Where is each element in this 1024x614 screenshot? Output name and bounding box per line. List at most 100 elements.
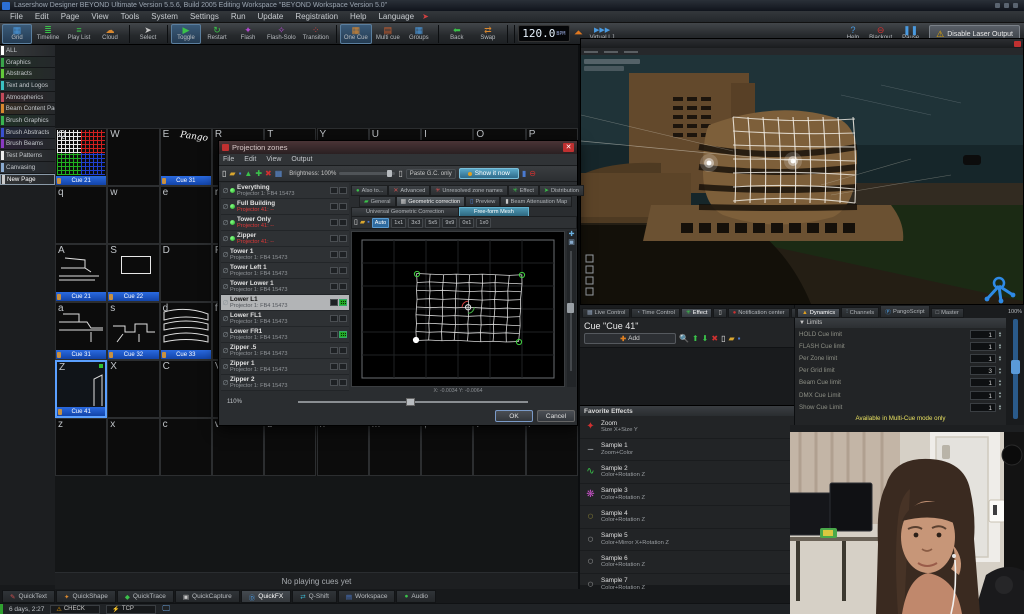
- zone-mute-icon[interactable]: ∅: [221, 283, 230, 291]
- quick-tab-quickcapture[interactable]: ▣QuickCapture: [175, 590, 240, 603]
- zone-output-toggles[interactable]: [330, 379, 347, 386]
- zone-row-full-building[interactable]: ∅Full BuildingProjector 41: --: [221, 199, 349, 215]
- quick-tab-quicktrace[interactable]: ◆QuickTrace: [117, 590, 174, 603]
- sidebar-item-text-and-logos[interactable]: Text and Logos: [0, 80, 55, 92]
- dialog-menu-edit[interactable]: Edit: [244, 156, 256, 163]
- paste-gc-button[interactable]: Paste G.C. only: [406, 169, 456, 179]
- cue-cell-c[interactable]: c: [160, 418, 212, 476]
- zone-mute-icon[interactable]: ∅: [221, 267, 230, 275]
- zone-output-toggles[interactable]: [330, 219, 347, 226]
- sidebar-item-abstracts[interactable]: Abstracts: [0, 68, 55, 80]
- tab-effect[interactable]: ✳Effect: [508, 185, 539, 196]
- zone-mute-icon[interactable]: ∅: [221, 219, 230, 227]
- limit-spinner[interactable]: 3▲▼: [970, 366, 1002, 375]
- zone-mute-icon[interactable]: ∅: [221, 299, 230, 307]
- menu-edit[interactable]: Edit: [29, 12, 55, 21]
- quick-tab-quickshape[interactable]: ✦QuickShape: [56, 590, 116, 603]
- sidebar-item-new-page[interactable]: New Page: [0, 174, 55, 186]
- favorite-effect-sample-5[interactable]: ◌Sample 5Color+Mirror X+Rotation Z: [580, 529, 794, 552]
- zone-output-toggles[interactable]: [330, 251, 347, 258]
- cue-cell-,[interactable]: ,: [421, 418, 473, 476]
- cue-cell-d[interactable]: Cue 33d: [160, 302, 212, 360]
- fx-tab-page[interactable]: ▯: [713, 308, 726, 318]
- sidebar-item-brush-graphics[interactable]: Brush Graphics: [0, 115, 55, 127]
- delete-zone-icon[interactable]: ✖: [265, 169, 272, 179]
- zone-output-toggles[interactable]: [330, 187, 347, 194]
- menu-language[interactable]: Language: [372, 12, 420, 21]
- zone-row-zipper-2[interactable]: ∅Zipper 2Projector 1: FB4 15473: [221, 375, 349, 391]
- zone-mute-icon[interactable]: ∅: [221, 363, 230, 371]
- mesh-btn-9x9[interactable]: 9x9: [442, 218, 457, 228]
- zone-output-toggles[interactable]: [330, 347, 347, 354]
- mesh-pointer-icon[interactable]: ▣: [567, 239, 576, 247]
- zone-row-zipper-1[interactable]: ∅Zipper 1Projector 1: FB4 15473: [221, 359, 349, 375]
- stop-icon[interactable]: ⊖: [529, 169, 536, 179]
- fx-tab-time-control[interactable]: ◔Time Control: [631, 308, 679, 318]
- zone-mute-icon[interactable]: ∅: [221, 331, 230, 339]
- dialog-menu-view[interactable]: View: [266, 156, 281, 163]
- cue-cell-a[interactable]: Cue 31a: [55, 302, 107, 360]
- laser-pointer-icon[interactable]: ➤: [422, 12, 429, 21]
- zone-row-tower-1[interactable]: ∅Tower 1Projector 1: FB4 15473: [221, 247, 349, 263]
- dialog-menu-file[interactable]: File: [223, 156, 234, 163]
- limit-spinner[interactable]: 1▲▼: [970, 403, 1002, 412]
- zone-mute-icon[interactable]: ∅: [221, 251, 230, 259]
- mesh-btn-3x3[interactable]: 3x3: [408, 218, 423, 228]
- zone-mute-icon[interactable]: ∅: [221, 379, 230, 387]
- quick-tab-quickfx[interactable]: ⒹQuickFX: [241, 590, 291, 603]
- cue-cell-/[interactable]: /: [526, 418, 578, 476]
- open-mesh-icon[interactable]: ▰: [360, 218, 365, 228]
- menu-page[interactable]: Page: [55, 12, 86, 21]
- sidebar-item-graphics[interactable]: Graphics: [0, 57, 55, 69]
- mesh-add-icon[interactable]: ✚: [567, 231, 576, 239]
- sidebar-item-all[interactable]: ALL: [0, 45, 55, 57]
- sidebar-item-brush-beams[interactable]: Brush Beams: [0, 139, 55, 151]
- mesh-zoom-slider[interactable]: [298, 401, 528, 403]
- toolbar-one-cue-button[interactable]: ▦One Cue: [340, 24, 372, 44]
- remove-effect-icon[interactable]: ✖: [711, 334, 718, 344]
- zone-output-toggles[interactable]: [330, 299, 347, 306]
- cue-cell-A[interactable]: Cue 21A: [55, 244, 107, 302]
- zone-row-tower-only[interactable]: ∅Tower OnlyProjector 41: --: [221, 215, 349, 231]
- menu-tools[interactable]: Tools: [115, 12, 146, 21]
- toolbar-multi-cue-button[interactable]: ▤Multi cue: [373, 24, 403, 44]
- mesh-btn-1x1[interactable]: 1x1: [391, 218, 406, 228]
- cue-cell-X[interactable]: X: [107, 360, 159, 418]
- favorite-effect-sample-4[interactable]: ◌Sample 4Color+Rotation Z: [580, 506, 794, 529]
- tab-unresolved-zone-names[interactable]: ✳Unresolved zone names: [430, 185, 507, 196]
- dyn-tab-master[interactable]: □Master: [931, 308, 964, 318]
- brightness-slider[interactable]: [339, 172, 395, 175]
- favorite-effect-sample-3[interactable]: ❋Sample 3Color+Rotation Z: [580, 484, 794, 507]
- cue-cell-z[interactable]: z: [55, 418, 107, 476]
- zone-row-tower-left-1[interactable]: ∅Tower Left 1Projector 1: FB4 15473: [221, 263, 349, 279]
- menu-help[interactable]: Help: [344, 12, 372, 21]
- tab-also-to-[interactable]: ●Also to...: [351, 185, 388, 196]
- zone-output-toggles[interactable]: [330, 203, 347, 210]
- move-down-icon[interactable]: ⬇: [702, 334, 709, 344]
- mesh-btn-auto[interactable]: Auto: [372, 218, 390, 228]
- tab-advanced[interactable]: ✕Advanced: [388, 185, 430, 196]
- favorite-effect-zoom[interactable]: ✦ZoomSize X+Size Y: [580, 416, 794, 439]
- quick-tab-q-shift[interactable]: ⇄Q-Shift: [292, 590, 337, 603]
- zone-output-toggles[interactable]: [330, 315, 347, 322]
- toolbar-grid-button[interactable]: ▦Grid: [2, 24, 32, 44]
- menu-run[interactable]: Run: [225, 12, 252, 21]
- search-icon[interactable]: 🔍: [679, 334, 689, 344]
- zone-output-toggles[interactable]: [330, 283, 347, 290]
- zone-output-toggles[interactable]: [330, 363, 347, 370]
- dyn-tab-channels[interactable]: ⫶Channels: [841, 307, 879, 318]
- toolbar-restart-button[interactable]: ↻Restart: [202, 24, 232, 44]
- toolbar-back-button[interactable]: ⬅Back: [442, 24, 472, 44]
- menu-registration[interactable]: Registration: [289, 12, 344, 21]
- toolbar-select-button[interactable]: ➤Select: [133, 24, 163, 44]
- zone-row-lower-l1[interactable]: ∅Lower L1Projector 1: FB4 15473: [221, 295, 349, 311]
- zone-grid-icon[interactable]: ▦: [275, 169, 283, 179]
- limit-spinner[interactable]: 1▲▼: [970, 354, 1002, 363]
- check-badge[interactable]: ⚠CHECK: [50, 605, 100, 614]
- dialog-close-icon[interactable]: ✕: [563, 143, 574, 152]
- tcp-badge[interactable]: ⚡TCP: [106, 605, 156, 614]
- cue-cell-m[interactable]: m: [369, 418, 421, 476]
- menu-file[interactable]: File: [4, 12, 29, 21]
- show-it-now-button[interactable]: Show it now: [459, 168, 519, 179]
- quick-tab-quicktext[interactable]: ✎QuickText: [2, 590, 55, 603]
